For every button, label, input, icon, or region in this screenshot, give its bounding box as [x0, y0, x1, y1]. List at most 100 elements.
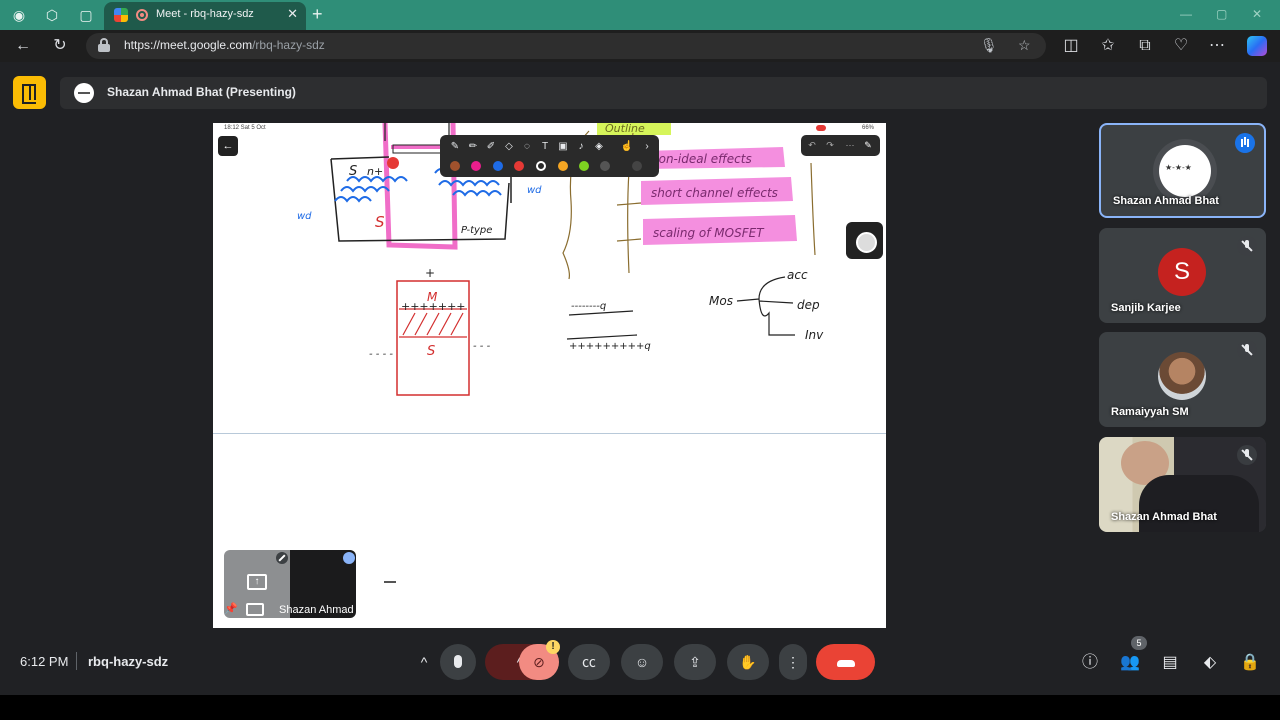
- close-window-icon[interactable]: ✕: [1252, 7, 1262, 21]
- browser-tab-bar: ◉ ⬡ ▢ Meet - rbq-hazy-sdz ✕ + — ▢ ✕: [0, 0, 1280, 30]
- stroke-size-icon[interactable]: [632, 161, 642, 171]
- pen-toolbar: ✎ ✏ ✐ ◇ ◌ T ▣ ♪ ◈ ☝ ›: [440, 135, 659, 177]
- audio-options-button[interactable]: ^: [409, 644, 439, 680]
- color-swatch-selected[interactable]: [536, 161, 546, 171]
- note-source-s: S: [349, 164, 357, 179]
- captions-button[interactable]: ㏄: [568, 644, 610, 680]
- self-present-small-icon[interactable]: [246, 603, 264, 616]
- note-dash-left: - - - -: [369, 349, 393, 360]
- toolbar-more-icon[interactable]: ›: [640, 140, 654, 154]
- hand-tool-icon[interactable]: ☝: [620, 140, 634, 154]
- participant-tile[interactable]: S Sanjib Karjee: [1099, 228, 1266, 323]
- mos-tree: [736, 276, 795, 336]
- add-color-icon[interactable]: [600, 161, 610, 171]
- copilot-icon[interactable]: [1247, 36, 1267, 56]
- favorites-icon[interactable]: ✩: [1098, 36, 1118, 56]
- favorite-star-icon[interactable]: ☆: [1018, 37, 1031, 54]
- eraser-tool-icon[interactable]: ◇: [502, 140, 516, 154]
- color-swatch-green[interactable]: [579, 161, 589, 171]
- collections-icon[interactable]: ⧉: [1135, 36, 1155, 56]
- note-semi-s: S: [427, 344, 435, 359]
- meet-window: ◉ ⬡ ▢ Meet - rbq-hazy-sdz ✕ + — ▢ ✕ ← ↻ …: [0, 0, 1280, 720]
- color-swatch-red[interactable]: [514, 161, 524, 171]
- tab-actions-icon[interactable]: ▢: [76, 5, 96, 25]
- lock-icon[interactable]: [98, 38, 110, 52]
- hang-up-icon: [836, 660, 855, 667]
- mic-tool-icon[interactable]: ♪: [574, 140, 588, 154]
- assistive-touch-button[interactable]: [846, 222, 883, 259]
- more-menu-icon[interactable]: ⋯: [1207, 36, 1227, 56]
- people-icon[interactable]: 👥: [1119, 652, 1141, 674]
- raise-hand-button[interactable]: ✋: [727, 644, 769, 680]
- self-avatar: [381, 573, 399, 591]
- reactions-button[interactable]: ☺: [621, 644, 663, 680]
- tab-meet[interactable]: Meet - rbq-hazy-sdz ✕: [104, 2, 306, 30]
- note-neg-q: --------q: [571, 301, 606, 312]
- pen-mode-icon[interactable]: ✎: [861, 138, 875, 152]
- bottom-black-band: [0, 695, 1280, 720]
- color-swatch-blue[interactable]: [493, 161, 503, 171]
- profile-avatar-icon[interactable]: ◉: [9, 5, 29, 25]
- color-swatch-brown[interactable]: [450, 161, 460, 171]
- document-toolbar: ↶ ↷ ⋯ ✎: [801, 135, 880, 156]
- activities-icon[interactable]: ⬖: [1199, 652, 1221, 674]
- note-heading: Outline: [605, 123, 645, 135]
- refresh-icon[interactable]: ↻: [50, 36, 70, 56]
- self-muted-icon: [276, 552, 288, 564]
- depletion-left: [334, 176, 408, 203]
- pencil-tool-icon[interactable]: ✏: [466, 140, 480, 154]
- participant-tile[interactable]: ★-★-★ Shazan Ahmad Bhat: [1099, 123, 1266, 218]
- pen-tool-icon[interactable]: ✎: [448, 140, 462, 154]
- pin-icon[interactable]: 📌: [224, 602, 238, 615]
- maximize-icon[interactable]: ▢: [1216, 7, 1227, 21]
- tab-close-icon[interactable]: ✕: [287, 6, 298, 22]
- mic-off-icon: [1237, 236, 1257, 256]
- omnibox[interactable]: https://meet.google.com/rbq-hazy-sdz 🎙 ☆: [86, 33, 1046, 59]
- more-options-button[interactable]: ⋮: [779, 644, 807, 680]
- redo-icon[interactable]: ↷: [823, 138, 837, 152]
- back-icon[interactable]: ←: [13, 36, 33, 56]
- participant-name: Shazan Ahmad Bhat: [1111, 511, 1217, 523]
- leave-call-button[interactable]: [816, 644, 875, 680]
- self-view-name: Shazan Ahmad Bhat: [279, 604, 380, 616]
- color-swatch-magenta[interactable]: [471, 161, 481, 171]
- minimize-icon[interactable]: —: [1180, 7, 1192, 21]
- note-acc: acc: [787, 268, 808, 282]
- text-tool-icon[interactable]: T: [538, 140, 552, 154]
- present-now-button[interactable]: ⇪: [674, 644, 716, 680]
- participant-name: Sanjib Karjee: [1111, 302, 1181, 314]
- meeting-info-icon[interactable]: ⓘ: [1079, 652, 1101, 674]
- host-controls-icon[interactable]: 🔒: [1239, 652, 1261, 674]
- new-tab-icon[interactable]: +: [312, 4, 323, 24]
- self-view-tile[interactable]: ↑ 📌 Shazan Ahmad Bhat: [224, 550, 399, 618]
- image-tool-icon[interactable]: ▣: [556, 140, 570, 154]
- present-screen-icon: ↑: [247, 574, 267, 590]
- undo-icon[interactable]: ↶: [805, 138, 819, 152]
- note-item-3: scaling of MOSFET: [653, 226, 765, 240]
- mic-button[interactable]: [440, 644, 476, 680]
- meet-home-icon[interactable]: [13, 76, 46, 109]
- chat-icon[interactable]: ▤: [1159, 652, 1181, 674]
- note-inv: Inv: [805, 328, 824, 342]
- color-swatch-orange[interactable]: [558, 161, 568, 171]
- note-dep: dep: [797, 298, 820, 312]
- split-screen-icon[interactable]: ◫: [1061, 36, 1081, 56]
- browser-essentials-icon[interactable]: ♡: [1171, 36, 1191, 56]
- voice-search-icon[interactable]: 🎙: [980, 37, 998, 54]
- lasso-tool-icon[interactable]: ◌: [520, 140, 534, 154]
- doc-more-icon[interactable]: ⋯: [843, 138, 857, 152]
- note-s-red: S: [375, 213, 385, 231]
- meeting-code: rbq-hazy-sdz: [88, 654, 169, 669]
- charge-sheets: [566, 310, 638, 340]
- avatar-logo-mark: ★-★-★: [1165, 163, 1192, 172]
- camera-warning-badge: !: [546, 640, 560, 654]
- highlighter-tool-icon[interactable]: ✐: [484, 140, 498, 154]
- workspaces-icon[interactable]: ⬡: [42, 5, 62, 25]
- participant-name: Shazan Ahmad Bhat: [1113, 195, 1219, 207]
- oxide-hatch: [402, 312, 464, 336]
- participant-tile[interactable]: Ramaiyyah SM: [1099, 332, 1266, 427]
- bottom-separator: [76, 652, 77, 670]
- shape-tool-icon[interactable]: ◈: [592, 140, 606, 154]
- url-text[interactable]: https://meet.google.com/rbq-hazy-sdz: [124, 38, 325, 52]
- participant-tile[interactable]: Shazan Ahmad Bhat: [1099, 437, 1266, 532]
